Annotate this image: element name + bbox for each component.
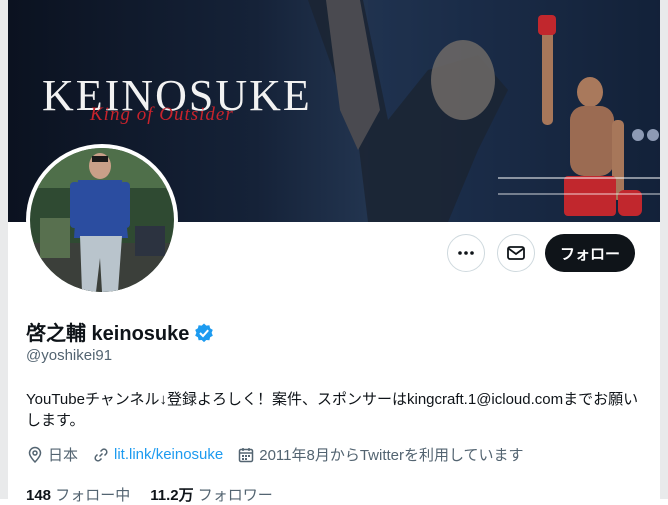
- verified-badge-icon[interactable]: [193, 322, 215, 344]
- more-horizontal-icon: [458, 251, 474, 255]
- location-text: 日本: [48, 447, 79, 464]
- followers-stat[interactable]: 11.2万 フォロワー: [150, 484, 273, 505]
- following-label: フォロー中: [55, 487, 131, 504]
- calendar-icon: [238, 447, 254, 462]
- follow-stats: 148 フォロー中 11.2万 フォロワー: [26, 484, 293, 505]
- website-link[interactable]: lit.link/keinosuke: [114, 446, 223, 463]
- display-name-row: 啓之輔 keinosuke: [26, 317, 215, 346]
- mail-icon: [507, 246, 525, 260]
- joined-item: 2011年8月からTwitterを利用しています: [237, 444, 524, 465]
- profile-bio: YouTubeチャンネル↓登録よろしく！案件、スポンサーはkingcraft.1…: [26, 391, 639, 429]
- avatar[interactable]: [26, 144, 178, 296]
- location-item: 日本: [26, 444, 78, 465]
- page-edge-left: [0, 0, 8, 499]
- avatar-photo: [30, 148, 174, 292]
- page-edge-right: [660, 0, 668, 499]
- profile-meta: 日本 lit.link/keinosuke 2011年8月からTwitterを利…: [26, 444, 538, 465]
- following-stat[interactable]: 148 フォロー中: [26, 484, 130, 505]
- user-handle: @yoshikei91: [26, 347, 113, 364]
- more-button[interactable]: [447, 234, 485, 272]
- message-button[interactable]: [497, 234, 535, 272]
- following-count: 148: [26, 487, 52, 504]
- website-item: lit.link/keinosuke: [92, 446, 223, 464]
- banner-subtitle: King of Outsider: [90, 104, 234, 125]
- profile-page: KEINOSUKE King of Outsider フォロー 啓之輔 kein…: [0, 0, 668, 504]
- followers-label: フォロワー: [197, 487, 273, 504]
- display-name: 啓之輔 keinosuke: [26, 323, 190, 345]
- followers-count: 11.2万: [150, 487, 194, 504]
- follow-button[interactable]: フォロー: [545, 234, 635, 272]
- link-icon: [94, 447, 108, 462]
- joined-text: 2011年8月からTwitterを利用しています: [259, 447, 524, 464]
- location-pin-icon: [28, 446, 42, 463]
